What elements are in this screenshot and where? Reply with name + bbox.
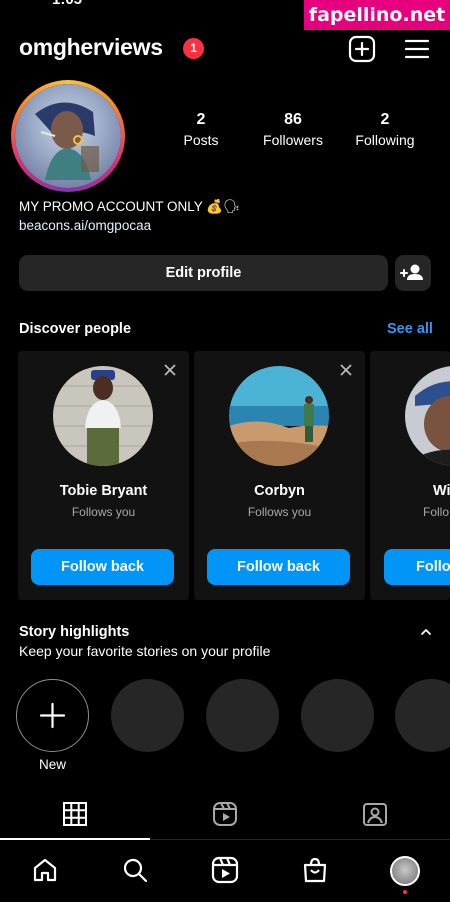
story-highlights-subtitle: Keep your favorite stories on your profi… — [19, 643, 271, 659]
grid-icon[interactable] — [62, 801, 88, 827]
follow-back-button[interactable]: Follow back — [207, 549, 350, 585]
plus-icon — [39, 702, 66, 729]
profile-username[interactable]: omgherviews — [19, 34, 163, 61]
top-bar: omgherviews 1 — [0, 32, 450, 64]
suggested-user-card[interactable]: Wi Follo Follo — [370, 351, 450, 600]
stat-posts[interactable]: 2 Posts — [156, 111, 246, 148]
discover-people-toggle-button[interactable] — [395, 255, 431, 291]
highlight-placeholder — [206, 679, 279, 752]
stat-followers[interactable]: 86 Followers — [248, 111, 338, 148]
suggested-user-name: Corbyn — [254, 483, 305, 499]
profile-avatar[interactable] — [11, 80, 125, 192]
status-time: 1:05 — [52, 0, 82, 8]
stat-following-value: 2 — [380, 111, 390, 128]
search-icon[interactable] — [121, 856, 149, 884]
suggested-user-photo — [229, 366, 329, 466]
suggested-user-card[interactable]: Corbyn Follows you Follow back — [194, 351, 365, 600]
profile-bio: MY PROMO ACCOUNT ONLY 💰🗣 — [19, 199, 241, 214]
watermark: fapellino.net — [304, 0, 450, 30]
stat-following[interactable]: 2 Following — [340, 111, 430, 148]
highlight-placeholder — [111, 679, 184, 752]
suggested-user-avatar[interactable] — [229, 366, 329, 466]
suggested-user-avatar[interactable] — [53, 366, 153, 466]
story-highlights-title: Story highlights — [19, 624, 130, 640]
add-person-icon — [400, 264, 423, 280]
reels-icon[interactable] — [211, 856, 239, 884]
stat-posts-label: Posts — [183, 132, 219, 148]
discover-people-title: Discover people — [19, 321, 132, 337]
follow-back-button[interactable]: Follow back — [31, 549, 174, 585]
follow-back-button[interactable]: Follo — [384, 549, 450, 585]
suggested-user-subtitle: Follows you — [247, 505, 312, 519]
avatar-image — [15, 84, 121, 188]
plus-square-icon[interactable] — [348, 35, 376, 63]
suggested-user-photo — [405, 366, 450, 466]
close-icon[interactable] — [339, 363, 353, 377]
profile-link[interactable]: beacons.ai/omgpocaa — [19, 218, 151, 233]
suggested-user-name: Wi — [433, 483, 450, 499]
shop-icon[interactable] — [301, 856, 329, 884]
avatar-illustration — [35, 102, 99, 180]
suggested-user-avatar[interactable] — [405, 366, 450, 466]
active-tab-indicator — [0, 838, 150, 840]
suggested-user-subtitle: Follo — [423, 505, 450, 519]
see-all-link[interactable]: See all — [387, 321, 433, 337]
reels-icon[interactable] — [212, 801, 238, 827]
highlight-placeholder — [395, 679, 450, 752]
stat-followers-label: Followers — [263, 132, 323, 148]
tagged-icon[interactable] — [362, 801, 388, 827]
notification-badge: 1 — [183, 38, 204, 59]
chevron-up-icon[interactable] — [418, 624, 434, 640]
new-highlight-button[interactable] — [16, 679, 89, 752]
suggested-user-photo — [53, 366, 153, 466]
suggested-user-card[interactable]: Tobie Bryant Follows you Follow back — [18, 351, 189, 600]
profile-tabs — [0, 795, 450, 840]
close-icon[interactable] — [163, 363, 177, 377]
home-icon[interactable] — [31, 856, 59, 884]
profile-nav-avatar[interactable] — [390, 856, 420, 886]
notification-dot — [403, 890, 407, 894]
hamburger-menu-icon[interactable] — [403, 35, 431, 63]
bottom-navigation — [0, 842, 450, 902]
stat-posts-value: 2 — [196, 111, 206, 128]
suggested-user-subtitle: Follows you — [71, 505, 136, 519]
stat-following-label: Following — [355, 132, 415, 148]
highlight-placeholder — [301, 679, 374, 752]
edit-profile-button[interactable]: Edit profile — [19, 255, 388, 291]
stat-followers-value: 86 — [284, 111, 302, 128]
new-highlight-label: New — [38, 757, 66, 772]
suggested-user-name: Tobie Bryant — [59, 483, 148, 499]
